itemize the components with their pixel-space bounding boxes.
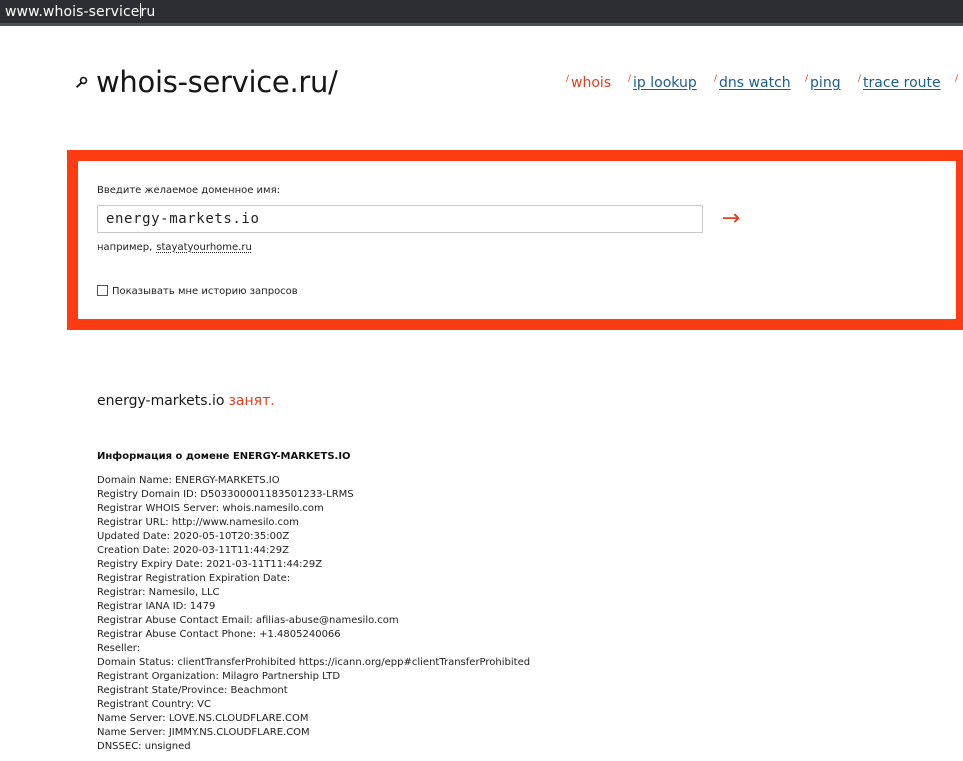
whois-line: Registrant Organization: Milagro Partner… xyxy=(97,671,341,682)
whois-line: Registrar WHOIS Server: whois.namesilo.c… xyxy=(97,503,324,514)
nav-dns-watch[interactable]: / dns watch xyxy=(714,74,791,91)
nav-trace-route[interactable]: / trace route xyxy=(858,74,941,91)
nav-label: trace route xyxy=(863,75,941,91)
whois-line: Registrar IANA ID: 1479 xyxy=(97,601,216,612)
nav-label: ping xyxy=(810,75,841,91)
whois-line: Registrar Abuse Contact Email: afilias-a… xyxy=(97,615,399,626)
search-panel: Введите желаемое доменное имя: → наприме… xyxy=(67,150,963,330)
example-hint: например, stayatyourhome.ru xyxy=(97,242,252,253)
arrow-right-icon[interactable]: → xyxy=(714,205,748,233)
result-status: energy-markets.io занят. xyxy=(97,393,275,409)
whois-line: Domain Name: ENERGY-MARKETS.IO xyxy=(97,475,280,486)
url-part-1: www.whois-service xyxy=(5,4,140,20)
history-checkbox[interactable] xyxy=(97,285,108,296)
nav-more[interactable]: / xyxy=(955,74,960,91)
info-title: Информация о домене ENERGY-MARKETS.IO xyxy=(97,451,351,462)
whois-line: Registry Expiry Date: 2021-03-11T11:44:2… xyxy=(97,559,323,570)
example-prefix: например, xyxy=(97,242,153,253)
nav-ping[interactable]: / ping xyxy=(805,74,841,91)
history-option[interactable]: Показывать мне историю запросов xyxy=(97,285,298,301)
nav-slash: / xyxy=(566,74,570,84)
magnifier-icon xyxy=(76,76,88,88)
nav-label: dns watch xyxy=(719,75,791,91)
status-badge: занят. xyxy=(228,393,275,409)
whois-line: Registry Domain ID: D503300001183501233-… xyxy=(97,489,354,500)
nav-label: whois xyxy=(571,75,612,91)
nav-slash: / xyxy=(714,74,718,84)
whois-line: Domain Status: clientTransferProhibited … xyxy=(97,657,531,668)
nav-ip-lookup[interactable]: / ip lookup xyxy=(628,74,697,91)
whois-record: Domain Name: ENERGY-MARKETS.IO Registry … xyxy=(97,474,530,754)
nav-slash: / xyxy=(858,74,862,84)
nav-slash: / xyxy=(805,74,809,84)
nav-label: ip lookup xyxy=(633,75,697,91)
nav-slash: / xyxy=(628,74,632,84)
whois-line: Registrant State/Province: Beachmont xyxy=(97,685,288,696)
whois-line: Name Server: JIMMY.NS.CLOUDFLARE.COM xyxy=(97,727,310,738)
browser-address-bar[interactable]: www.whois-serviceru xyxy=(0,0,963,26)
whois-line: Registrant Country: VC xyxy=(97,699,211,710)
whois-line: Registrar Abuse Contact Phone: +1.480524… xyxy=(97,629,341,640)
whois-line: Registrar: Namesilo, LLC xyxy=(97,587,220,598)
result-domain: energy-markets.io xyxy=(97,393,225,409)
whois-line: Creation Date: 2020-03-11T11:44:29Z xyxy=(97,545,289,556)
whois-line: DNSSEC: unsigned xyxy=(97,741,191,752)
whois-line: Name Server: LOVE.NS.CLOUDFLARE.COM xyxy=(97,713,309,724)
whois-line: Registrar URL: http://www.namesilo.com xyxy=(97,517,299,528)
domain-input[interactable] xyxy=(97,205,703,233)
nav-slash: / xyxy=(955,74,959,84)
history-label: Показывать мне историю запросов xyxy=(112,286,298,297)
whois-line: Updated Date: 2020-05-10T20:35:00Z xyxy=(97,531,290,542)
search-label: Введите желаемое доменное имя: xyxy=(97,185,280,196)
url-part-2: ru xyxy=(140,4,156,20)
site-title: whois-service.ru/ xyxy=(96,65,338,99)
nav-whois[interactable]: / whois xyxy=(566,74,611,91)
example-link[interactable]: stayatyourhome.ru xyxy=(156,242,252,253)
address-url[interactable]: www.whois-serviceru xyxy=(5,3,155,21)
whois-line: Reseller: xyxy=(97,643,141,654)
whois-line: Registrar Registration Expiration Date: xyxy=(97,573,291,584)
